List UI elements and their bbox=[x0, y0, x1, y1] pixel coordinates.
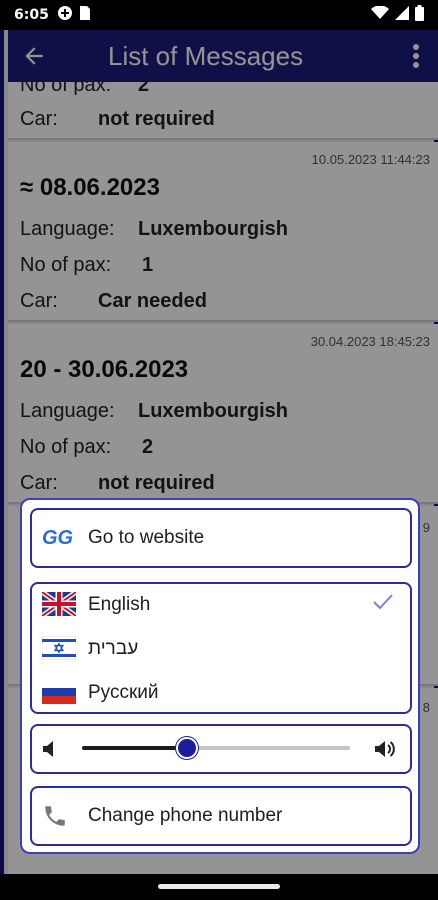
app-screen: 6:05 List of Messages No of pax: 2 Car: … bbox=[0, 0, 438, 900]
navigation-bar bbox=[0, 874, 438, 900]
volume-slider-thumb[interactable] bbox=[175, 737, 198, 759]
phone-option-box[interactable]: Change phone number bbox=[30, 786, 412, 846]
volume-box bbox=[30, 724, 412, 774]
sim-card-icon bbox=[79, 5, 91, 25]
check-icon bbox=[372, 593, 394, 617]
change-phone-number-button[interactable]: Change phone number bbox=[42, 803, 404, 829]
vpn-icon bbox=[57, 5, 73, 25]
language-options-box: English עברית Русский bbox=[30, 582, 412, 714]
language-label: English bbox=[88, 594, 151, 615]
change-phone-number-label: Change phone number bbox=[88, 805, 283, 826]
phone-icon bbox=[42, 803, 78, 829]
wifi-icon bbox=[371, 5, 389, 24]
signal-icon bbox=[395, 6, 409, 24]
go-to-website-label: Go to website bbox=[88, 527, 205, 548]
israel-flag-icon bbox=[41, 635, 78, 662]
home-gesture-handle[interactable] bbox=[158, 884, 280, 889]
volume-low-icon[interactable] bbox=[42, 740, 56, 763]
status-time: 6:05 bbox=[14, 7, 49, 23]
status-bar: 6:05 bbox=[0, 0, 438, 30]
volume-high-icon[interactable] bbox=[374, 738, 396, 765]
volume-slider-fill bbox=[82, 746, 187, 750]
language-label: עברית bbox=[88, 638, 139, 659]
language-label: Русский bbox=[88, 682, 159, 703]
volume-slider[interactable] bbox=[82, 737, 350, 759]
go-to-website-button[interactable]: GG Go to website bbox=[42, 525, 404, 551]
language-option-russian[interactable]: Русский bbox=[42, 680, 404, 706]
gg-logo-icon: GG bbox=[42, 527, 74, 549]
uk-flag-icon bbox=[40, 589, 78, 619]
language-option-hebrew[interactable]: עברית bbox=[41, 635, 404, 662]
russia-flag-icon bbox=[42, 680, 78, 706]
options-dialog: GG Go to website English עברית Русский C… bbox=[20, 498, 420, 854]
battery-icon bbox=[415, 5, 424, 25]
language-option-english[interactable]: English bbox=[40, 589, 404, 619]
website-option-box[interactable]: GG Go to website bbox=[30, 508, 412, 568]
